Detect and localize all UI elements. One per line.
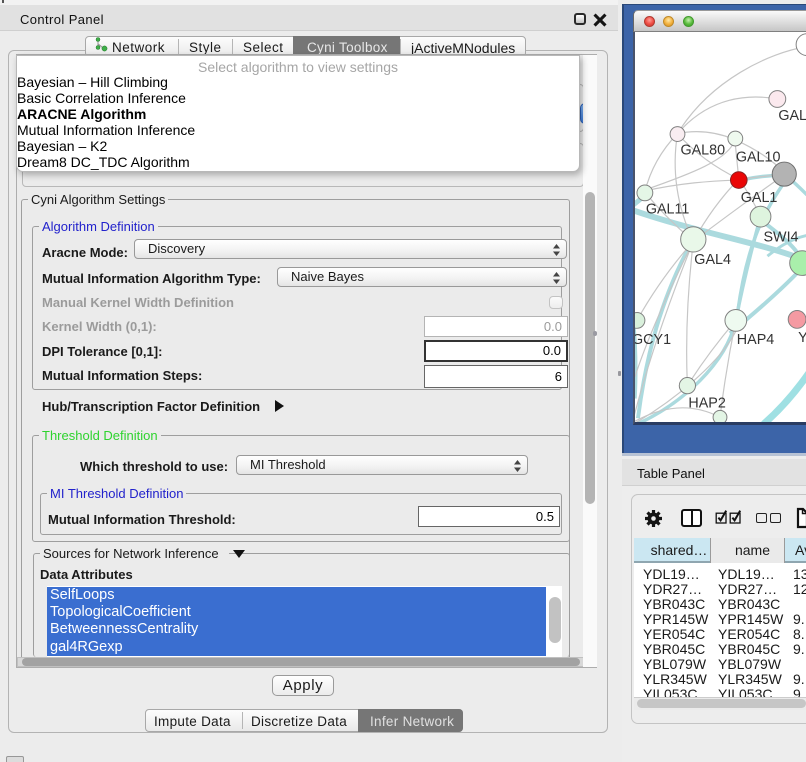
svg-text:HAP2: HAP2 xyxy=(688,395,725,411)
svg-text:GAL1: GAL1 xyxy=(741,190,778,206)
svg-text:SWI4: SWI4 xyxy=(763,229,798,245)
svg-text:HAP4: HAP4 xyxy=(737,332,774,348)
svg-text:GAL10: GAL10 xyxy=(736,149,781,165)
svg-text:GAL4: GAL4 xyxy=(694,252,731,268)
svg-text:GCY1: GCY1 xyxy=(633,332,671,348)
svg-text:GAL7: GAL7 xyxy=(778,108,806,124)
svg-text:Y: Y xyxy=(798,330,806,346)
svg-text:GAL11: GAL11 xyxy=(646,202,690,218)
svg-text:GAL80: GAL80 xyxy=(680,142,725,158)
